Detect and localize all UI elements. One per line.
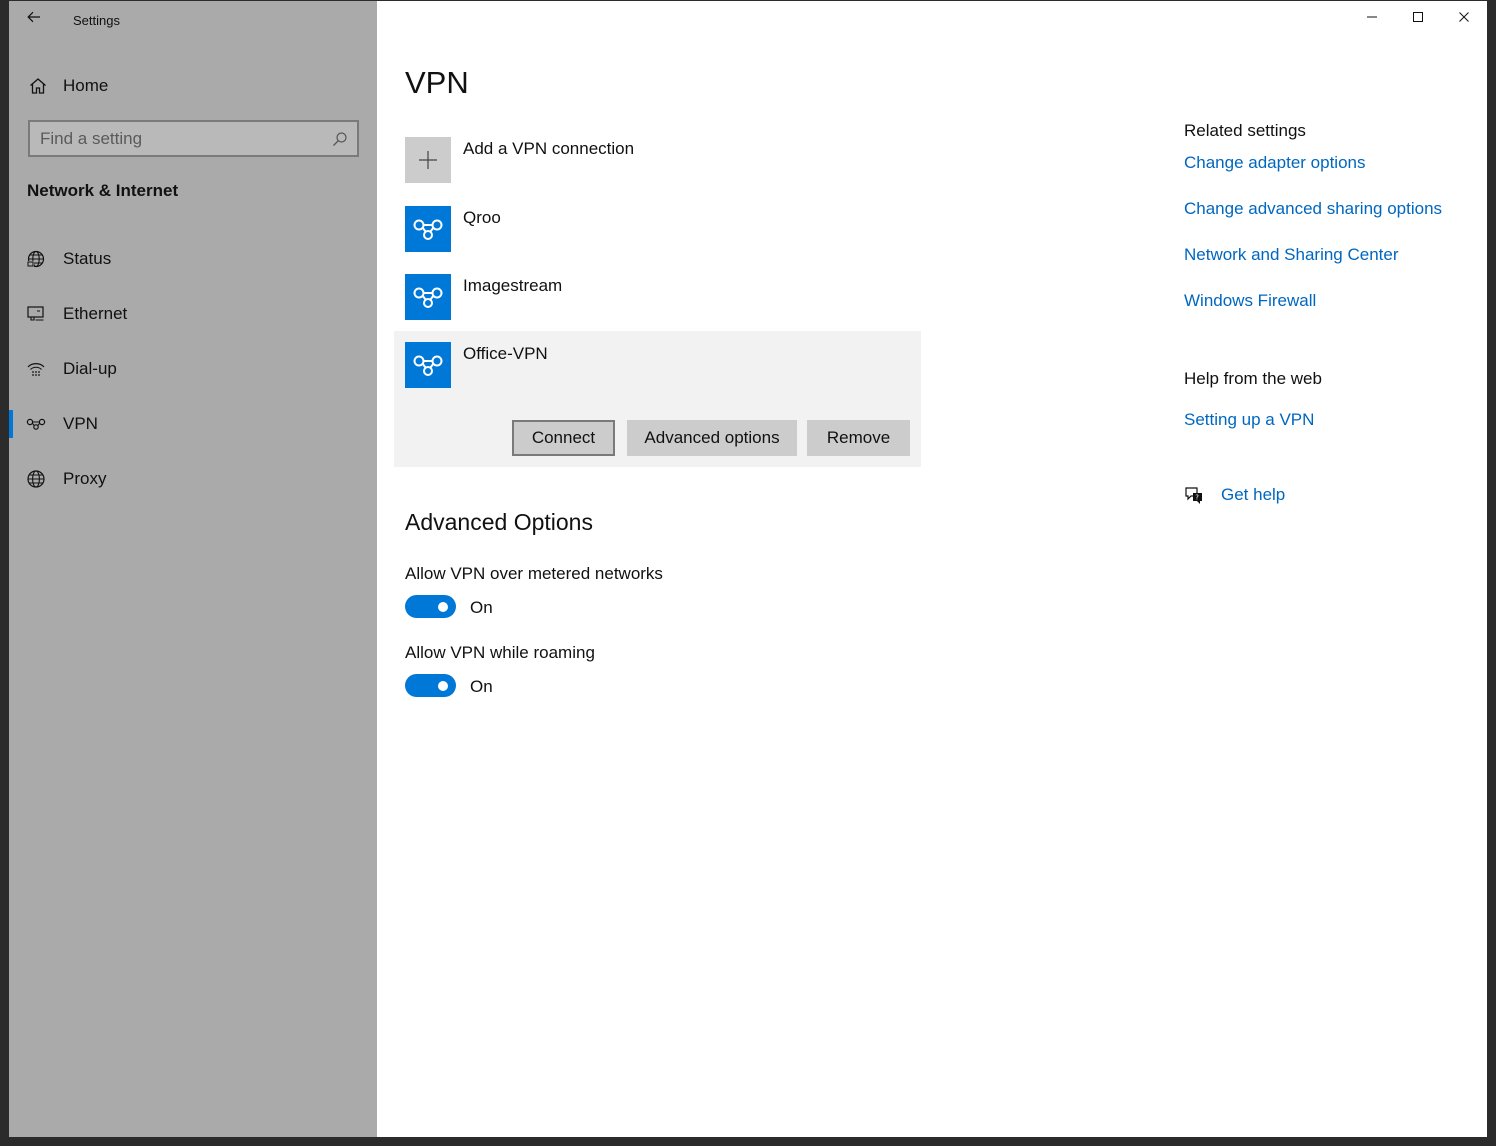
settings-window: Settings Home Network & Internet Status [9,1,1487,1137]
help-heading: Help from the web [1184,369,1322,388]
roaming-toggle[interactable] [405,674,456,697]
sidebar-item-dialup[interactable]: Dial-up [9,341,377,396]
metered-toggle[interactable] [405,595,456,618]
sidebar-item-label: Ethernet [63,303,128,323]
vpn-connection-name: Qroo [463,208,501,227]
vpn-connection-office-vpn[interactable]: Office-VPN Connect Advanced options Remo… [394,331,921,467]
back-button[interactable] [23,7,45,27]
windows-firewall-link[interactable]: Windows Firewall [1184,291,1316,311]
metered-toggle-state: On [470,598,493,617]
metered-option-label: Allow VPN over metered networks [405,564,663,583]
connect-button[interactable]: Connect [512,420,615,456]
network-sharing-center-link[interactable]: Network and Sharing Center [1184,245,1399,265]
dialup-icon [25,360,47,378]
sidebar-item-label: Status [63,248,112,268]
add-vpn-label: Add a VPN connection [463,139,635,158]
globe-icon [25,469,47,489]
vpn-tile [405,206,451,252]
advanced-options-title: Advanced Options [405,509,593,535]
nav-list: Status Ethernet Dial-up VPN Proxy [9,231,377,506]
section-title: Network & Internet [27,181,179,200]
sidebar-item-label: Proxy [63,468,107,488]
remove-button[interactable]: Remove [807,420,910,456]
change-adapter-options-link[interactable]: Change adapter options [1184,153,1365,173]
app-title: Settings [73,13,120,28]
close-icon [1459,12,1469,22]
vpn-connection-imagestream[interactable]: Imagestream [405,268,925,322]
related-settings-heading: Related settings [1184,121,1306,140]
maximize-icon [1413,12,1423,22]
ethernet-icon [25,305,47,323]
search-box[interactable] [28,120,359,157]
maximize-button[interactable] [1395,1,1441,33]
globe-status-icon [25,249,47,269]
minimize-icon [1367,16,1377,18]
home-icon [25,77,51,95]
add-tile [405,137,451,183]
vpn-connection-header: Office-VPN [405,336,925,390]
get-help-link[interactable]: ? Get help [1184,485,1285,505]
sidebar-item-label: VPN [63,413,98,433]
add-vpn-connection-button[interactable]: Add a VPN connection [405,131,925,185]
search-input[interactable] [30,122,323,155]
setting-up-vpn-link[interactable]: Setting up a VPN [1184,410,1314,430]
toggle-knob [438,601,448,612]
vpn-icon [413,287,443,308]
sidebar-item-vpn[interactable]: VPN [9,396,377,451]
close-button[interactable] [1441,1,1487,33]
chat-help-icon: ? [1185,487,1202,504]
advanced-options-button[interactable]: Advanced options [627,420,797,456]
vpn-tile [405,342,451,388]
roaming-toggle-state: On [470,677,493,696]
svg-text:?: ? [1195,494,1199,502]
vpn-connection-name: Office-VPN [463,344,548,363]
vpn-connection-qroo[interactable]: Qroo [405,200,925,254]
vpn-tile [405,274,451,320]
search-icon[interactable] [323,131,357,147]
window-controls [1349,1,1487,33]
page-title: VPN [405,65,469,100]
vpn-connection-name: Imagestream [463,276,563,295]
sidebar-item-label: Dial-up [63,358,117,378]
main-content: VPN Add a VPN connection Qroo Imagestrea… [377,1,1487,1137]
roaming-option-label: Allow VPN while roaming [405,643,595,662]
sidebar: Settings Home Network & Internet Status [9,1,377,1137]
plus-icon [419,151,437,169]
sidebar-item-proxy[interactable]: Proxy [9,451,377,506]
toggle-knob [438,680,448,691]
vpn-icon [25,417,47,431]
get-help-label: Get help [1221,485,1286,504]
vpn-icon [413,219,443,240]
sidebar-item-status[interactable]: Status [9,231,377,286]
home-label: Home [63,76,109,95]
change-advanced-sharing-link[interactable]: Change advanced sharing options [1184,199,1442,219]
minimize-button[interactable] [1349,1,1395,33]
sidebar-item-ethernet[interactable]: Ethernet [9,286,377,341]
vpn-icon [413,355,443,376]
back-arrow-icon [27,11,40,23]
home-button[interactable]: Home [25,71,108,101]
